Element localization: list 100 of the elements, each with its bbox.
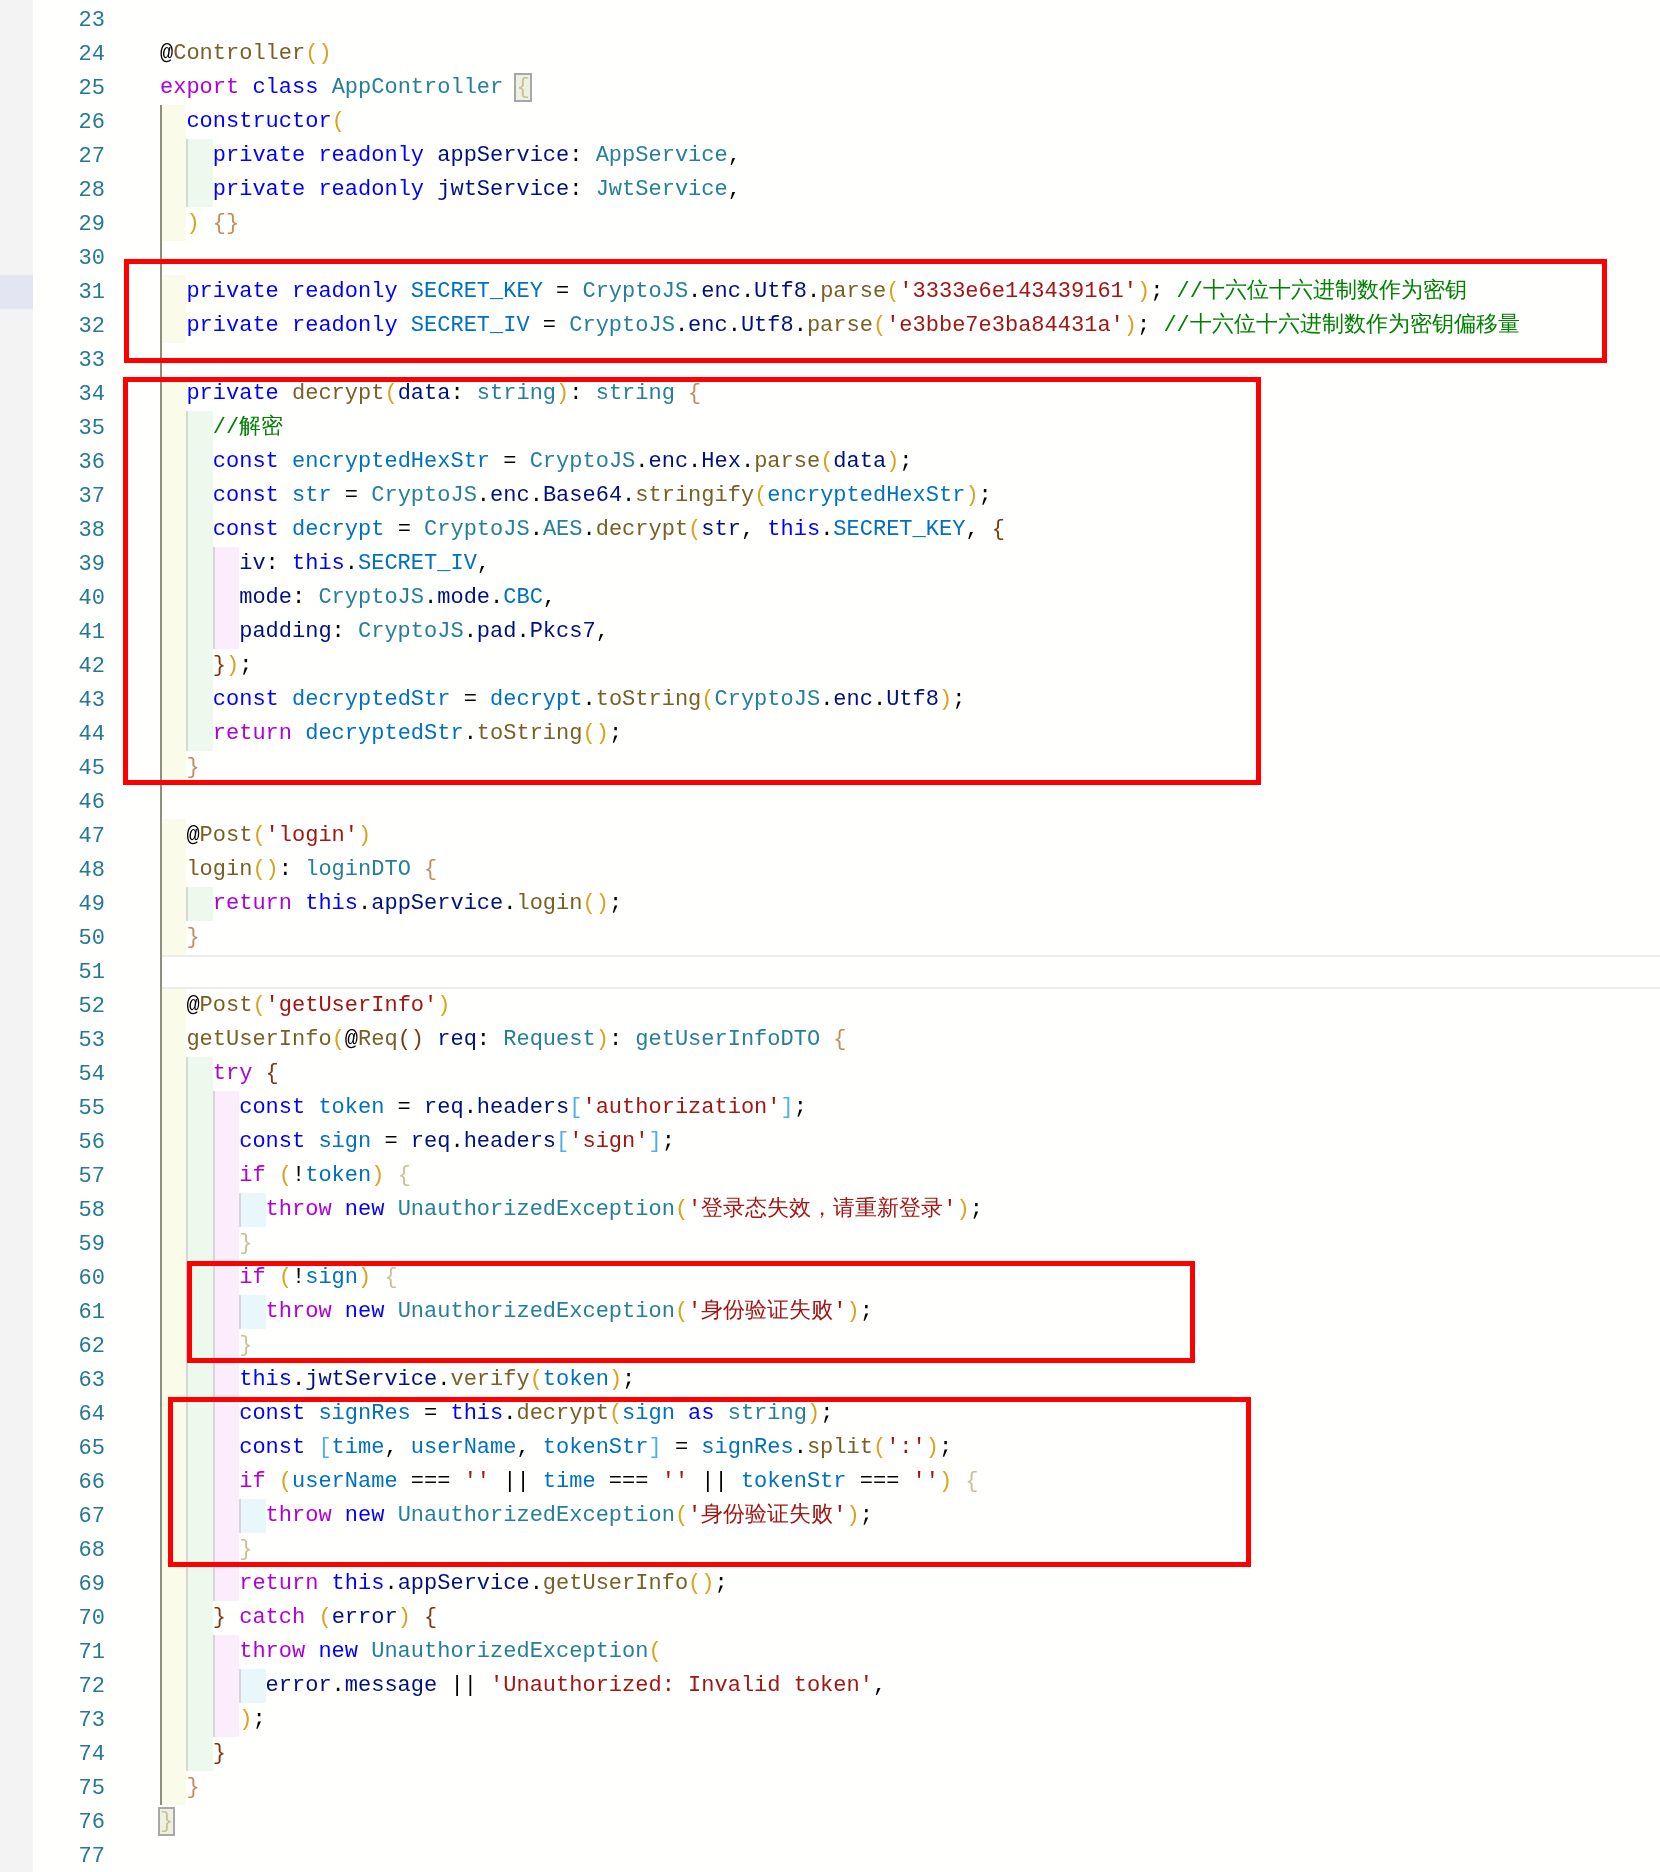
code-line: } xyxy=(186,754,200,782)
code-line: } xyxy=(239,1536,253,1564)
indent-highlight xyxy=(186,1227,213,1261)
code-line: if (!token) { xyxy=(239,1162,411,1190)
line-number: 66 xyxy=(77,1468,105,1497)
code-line: throw new UnauthorizedException('登录态失效，请重新登录'); xyxy=(265,1195,983,1224)
line-number: 26 xyxy=(77,108,105,137)
line-number: 41 xyxy=(77,618,105,647)
line-number: 45 xyxy=(77,754,105,783)
code-line: padding: CryptoJS.pad.Pkcs7, xyxy=(239,618,609,646)
indent-highlight xyxy=(186,887,213,921)
code-line: @Controller() xyxy=(160,40,332,68)
code-line: const encryptedHexStr = CryptoJS.enc.Hex.parse(data); xyxy=(212,448,913,476)
code-line: private readonly appService: AppService, xyxy=(212,142,741,170)
code-line: const decryptedStr = decrypt.toString(CryptoJS.enc.Utf8); xyxy=(212,686,966,714)
line-number: 70 xyxy=(77,1604,105,1633)
indent-highlight xyxy=(186,1737,213,1771)
line-number: 67 xyxy=(77,1502,105,1531)
code-line: @Post('login') xyxy=(186,822,372,850)
indent-highlight xyxy=(160,207,187,241)
line-number: 72 xyxy=(77,1672,105,1701)
code-line: @Post('getUserInfo') xyxy=(186,992,451,1020)
code-line: const sign = req.headers['sign']; xyxy=(239,1128,675,1156)
code-line: } xyxy=(212,1740,226,1768)
code-line: return this.appService.login(); xyxy=(212,890,623,918)
line-number: 25 xyxy=(77,74,105,103)
line-number: 42 xyxy=(77,652,105,681)
line-number: 31 xyxy=(77,278,105,307)
code-line: } catch (error) { xyxy=(212,1604,438,1632)
indent-highlight xyxy=(160,1363,187,1397)
code-line: private readonly jwtService: JwtService, xyxy=(212,176,741,204)
code-line: } xyxy=(186,1774,200,1802)
code-line: mode: CryptoJS.mode.CBC, xyxy=(239,584,557,612)
code-line: ) {} xyxy=(186,210,240,238)
indent-highlight xyxy=(186,1567,213,1601)
code-line: if (userName === '' || time === '' || tokenStr === '') { xyxy=(239,1468,979,1496)
line-number: 53 xyxy=(77,1026,105,1055)
line-number: 59 xyxy=(77,1230,105,1259)
code-line: throw new UnauthorizedException('身份验证失败'); xyxy=(265,1298,873,1326)
code-line: getUserInfo(@Req() req: Request): getUserInfoDTO { xyxy=(186,1026,847,1054)
code-line: const str = CryptoJS.enc.Base64.stringify(encryptedHexStr); xyxy=(212,482,992,510)
indent-highlight xyxy=(186,1057,213,1091)
code-line: ); xyxy=(239,1706,266,1734)
code-line: constructor( xyxy=(186,108,345,136)
indent-highlight xyxy=(186,1363,213,1397)
indent-highlight xyxy=(160,819,187,853)
line-number: 43 xyxy=(77,686,105,715)
line-number: 37 xyxy=(77,482,105,511)
line-number: 34 xyxy=(77,380,105,409)
line-number: 38 xyxy=(77,516,105,545)
code-line: this.jwtService.verify(token); xyxy=(239,1366,636,1394)
indent-highlight xyxy=(160,105,187,139)
code-line: private readonly SECRET_IV = CryptoJS.enc.Utf8.parse('e3bbe7e3ba84431a'); //十六位十六进制数作为密钥偏移量 xyxy=(186,311,1520,340)
line-number: 35 xyxy=(77,414,105,443)
line-number: 64 xyxy=(77,1400,105,1429)
line-number: 49 xyxy=(77,890,105,919)
line-number: 56 xyxy=(77,1128,105,1157)
code-line: const token = req.headers['authorization']; xyxy=(239,1094,807,1122)
line-number: 68 xyxy=(77,1536,105,1565)
code-line: private readonly SECRET_KEY = CryptoJS.enc.Utf8.parse('3333e6e143439161'); //十六位十六进制数作为密钥 xyxy=(186,277,1467,306)
indent-highlight xyxy=(239,1193,266,1227)
code-line: //解密 xyxy=(212,413,284,442)
indent-highlight xyxy=(186,173,213,207)
line-number: 52 xyxy=(77,992,105,1021)
indent-highlight xyxy=(160,921,187,955)
line-number: 55 xyxy=(77,1094,105,1123)
code-line: private decrypt(data: string): string { xyxy=(186,380,702,408)
line-number: 32 xyxy=(77,312,105,341)
indent-highlight xyxy=(160,309,187,343)
line-number: 57 xyxy=(77,1162,105,1191)
code-line: const signRes = this.decrypt(sign as string); xyxy=(239,1400,834,1428)
line-number: 47 xyxy=(77,822,105,851)
indent-highlight xyxy=(186,139,213,173)
line-number: 39 xyxy=(77,550,105,579)
indent-highlight xyxy=(160,275,187,309)
line-number: 71 xyxy=(77,1638,105,1667)
indent-highlight xyxy=(186,717,213,751)
line-number: 24 xyxy=(77,40,105,69)
line-number: 75 xyxy=(77,1774,105,1803)
line-number: 62 xyxy=(77,1332,105,1361)
line-number: 63 xyxy=(77,1366,105,1395)
code-line: }); xyxy=(212,652,253,680)
code-line: } xyxy=(239,1230,253,1258)
line-number: 23 xyxy=(77,6,105,35)
code-line: throw new UnauthorizedException('身份验证失败'); xyxy=(265,1502,873,1530)
line-number: 27 xyxy=(77,142,105,171)
line-number: 69 xyxy=(77,1570,105,1599)
code-line: return this.appService.getUserInfo(); xyxy=(239,1570,728,1598)
line-number: 33 xyxy=(77,346,105,375)
line-number: 44 xyxy=(77,720,105,749)
code-line: iv: this.SECRET_IV, xyxy=(239,550,491,578)
line-number: 50 xyxy=(77,924,105,953)
indent-highlight xyxy=(239,1669,266,1703)
line-number: 36 xyxy=(77,448,105,477)
line-number: 77 xyxy=(77,1842,105,1871)
line-number: 61 xyxy=(77,1298,105,1327)
indent-highlight xyxy=(160,1771,187,1805)
line-number: 51 xyxy=(77,958,105,987)
line-number: 46 xyxy=(77,788,105,817)
line-number: 74 xyxy=(77,1740,105,1769)
